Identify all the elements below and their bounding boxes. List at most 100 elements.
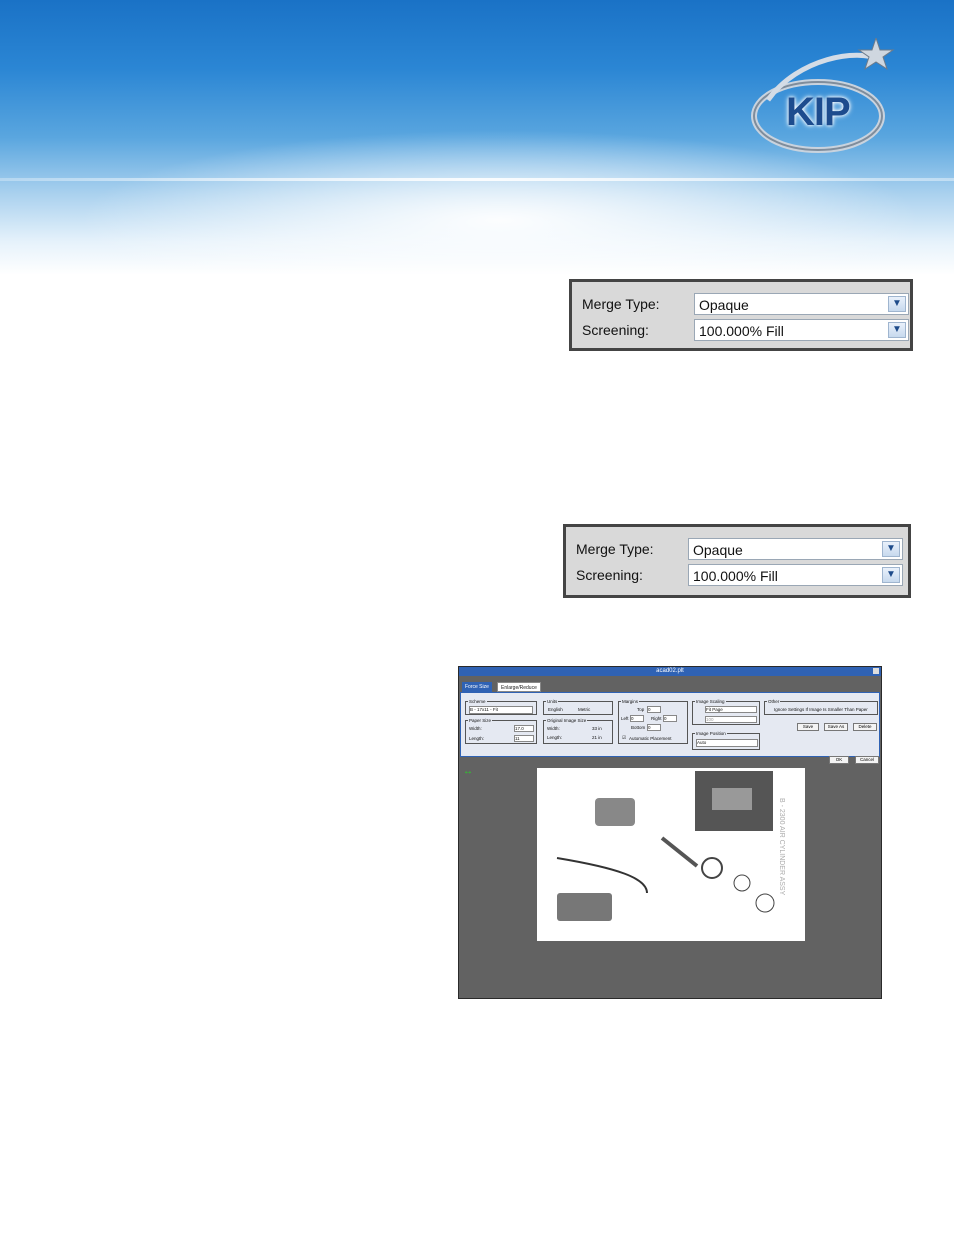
paper-width-select[interactable]: 17.0: [514, 725, 534, 732]
auto-placement-label: Automatic Placement: [629, 736, 672, 741]
ring-part: [755, 893, 775, 913]
screening-value: 100.000% Fill: [693, 568, 778, 584]
paper-size-group: Paper Size Width: 17.0 Length: 11: [465, 718, 537, 744]
chevron-down-icon[interactable]: ▼: [882, 541, 900, 557]
units-metric[interactable]: Metric: [578, 707, 590, 712]
chevron-down-icon[interactable]: ▼: [888, 322, 906, 338]
drawing-title-text: B - 2300 AIR CYLINDER ASSY: [778, 798, 785, 896]
merge-type-row: Merge Type: Opaque ▼: [580, 293, 909, 315]
image-position-value: Auto: [697, 740, 707, 745]
ignore-settings-label[interactable]: Ignore Settings If Image Is Smaller Than…: [774, 707, 868, 712]
orig-width-label: Width:: [547, 726, 560, 731]
save-as-button[interactable]: Save As: [824, 723, 848, 731]
paper-length-value: 11: [515, 736, 520, 741]
merge-type-value: Opaque: [693, 542, 743, 558]
paper-width-label: Width:: [469, 726, 482, 731]
orig-length-label: Length:: [547, 735, 563, 740]
tab-enlarge-reduce[interactable]: Enlarge/Reduce: [497, 682, 541, 692]
paper-width-value: 17.0: [515, 726, 524, 731]
margin-top-label: Top: [637, 707, 645, 712]
image-scaling-value: Fit Page: [706, 707, 723, 712]
margin-right-input[interactable]: 0: [663, 715, 677, 722]
merge-type-label: Merge Type:: [576, 541, 654, 557]
other-label: Other: [767, 699, 781, 704]
photo-cylinder: [712, 788, 752, 810]
margins-label: Margins: [621, 699, 640, 704]
margin-bottom-input[interactable]: 0: [647, 724, 661, 731]
cancel-button[interactable]: Cancel: [855, 756, 879, 764]
ring-part: [733, 874, 751, 892]
merge-panel-1: Merge Type: Opaque ▼ Screening: 100.000%…: [569, 279, 913, 351]
margin-top-input[interactable]: 0: [647, 706, 661, 713]
paper-size-label: Paper Size: [468, 718, 493, 723]
image-position-label: Image Position: [695, 731, 727, 736]
orig-length-value: 21 in: [592, 735, 602, 740]
scheme-value: B - 17x11 - Fit: [470, 707, 498, 712]
orientation-arrows-icon[interactable]: ↔: [463, 766, 473, 777]
original-size-group: Original Image Size Width: 33 in Length:…: [543, 718, 613, 744]
scheme-group: Scheme B - 17x11 - Fit: [465, 699, 537, 715]
image-scaling-label: Image Scaling: [695, 699, 726, 704]
header-banner: KIP: [0, 0, 954, 275]
tab-force-size[interactable]: Force Size: [462, 682, 492, 692]
scaling-percent-value: 100: [706, 717, 714, 722]
merge-type-select[interactable]: Opaque ▼: [688, 538, 903, 560]
kip-logo: KIP: [748, 36, 898, 158]
screening-select[interactable]: 100.000% Fill ▼: [694, 319, 909, 341]
merge-type-value: Opaque: [699, 297, 749, 313]
margin-left-input[interactable]: 0: [630, 715, 644, 722]
orig-width-value: 33 in: [592, 726, 602, 731]
save-button[interactable]: Save: [797, 723, 819, 731]
paper-length-input[interactable]: 11: [514, 735, 534, 742]
units-group: Units English Metric: [543, 699, 613, 715]
margin-right-label: Right: [651, 716, 662, 721]
ok-button[interactable]: OK: [829, 756, 849, 764]
merge-type-label: Merge Type:: [582, 296, 660, 312]
screening-label: Screening:: [576, 567, 643, 583]
screening-value: 100.000% Fill: [699, 323, 784, 339]
force-size-dialog: acad02.plt Force Size Enlarge/Reduce Sch…: [458, 666, 882, 999]
margin-right-value: 0: [664, 716, 667, 721]
logo-text: KIP: [786, 90, 851, 134]
scaling-percent-input[interactable]: 100: [705, 716, 757, 723]
rod-part: [660, 836, 699, 868]
dialog-title-bar: acad02.plt: [459, 667, 881, 676]
auto-placement-checkbox[interactable]: ☑: [622, 735, 626, 741]
margin-left-label: Left: [621, 716, 629, 721]
screening-row: Screening: 100.000% Fill ▼: [580, 319, 909, 341]
margin-bottom-value: 0: [648, 725, 651, 730]
merge-panel-2: Merge Type: Opaque ▼ Screening: 100.000%…: [563, 524, 911, 598]
merge-type-row: Merge Type: Opaque ▼: [574, 538, 903, 560]
margin-left-value: 0: [631, 716, 634, 721]
screening-label: Screening:: [582, 322, 649, 338]
assembly-part: [557, 893, 612, 921]
units-label: Units: [546, 699, 559, 704]
margin-top-value: 0: [648, 707, 651, 712]
dialog-title: acad02.plt: [656, 668, 684, 674]
screening-row: Screening: 100.000% Fill ▼: [574, 564, 903, 586]
cylinder-part: [595, 798, 635, 826]
margins-group: Margins Top 0 Left 0 Right 0 Bottom 0 ☑ …: [618, 699, 688, 744]
chevron-down-icon[interactable]: ▼: [882, 567, 900, 583]
delete-button[interactable]: Delete: [853, 723, 877, 731]
image-scaling-select[interactable]: Fit Page: [705, 706, 757, 713]
original-size-label: Original Image Size: [546, 718, 588, 723]
merge-type-select[interactable]: Opaque ▼: [694, 293, 909, 315]
banner-shine: [0, 178, 954, 181]
ring-part: [701, 857, 723, 879]
image-scaling-group: Image Scaling Fit Page 100: [692, 699, 760, 725]
paper-length-label: Length:: [469, 736, 485, 741]
settings-panel: Scheme B - 17x11 - Fit Paper Size Width:…: [460, 692, 880, 757]
units-english[interactable]: English: [548, 707, 563, 712]
close-icon[interactable]: [873, 668, 879, 674]
chevron-down-icon[interactable]: ▼: [888, 296, 906, 312]
preview-canvas: B - 2300 AIR CYLINDER ASSY: [537, 768, 805, 941]
scheme-select[interactable]: B - 17x11 - Fit: [469, 706, 533, 714]
screening-select[interactable]: 100.000% Fill ▼: [688, 564, 903, 586]
image-position-select[interactable]: Auto: [696, 739, 758, 747]
scheme-label: Scheme: [468, 699, 487, 704]
other-group: Other Ignore Settings If Image Is Smalle…: [764, 699, 878, 715]
drawing-preview: B - 2300 AIR CYLINDER ASSY: [556, 771, 785, 921]
image-position-group: Image Position Auto: [692, 731, 760, 750]
margin-bottom-label: Bottom: [631, 725, 646, 730]
